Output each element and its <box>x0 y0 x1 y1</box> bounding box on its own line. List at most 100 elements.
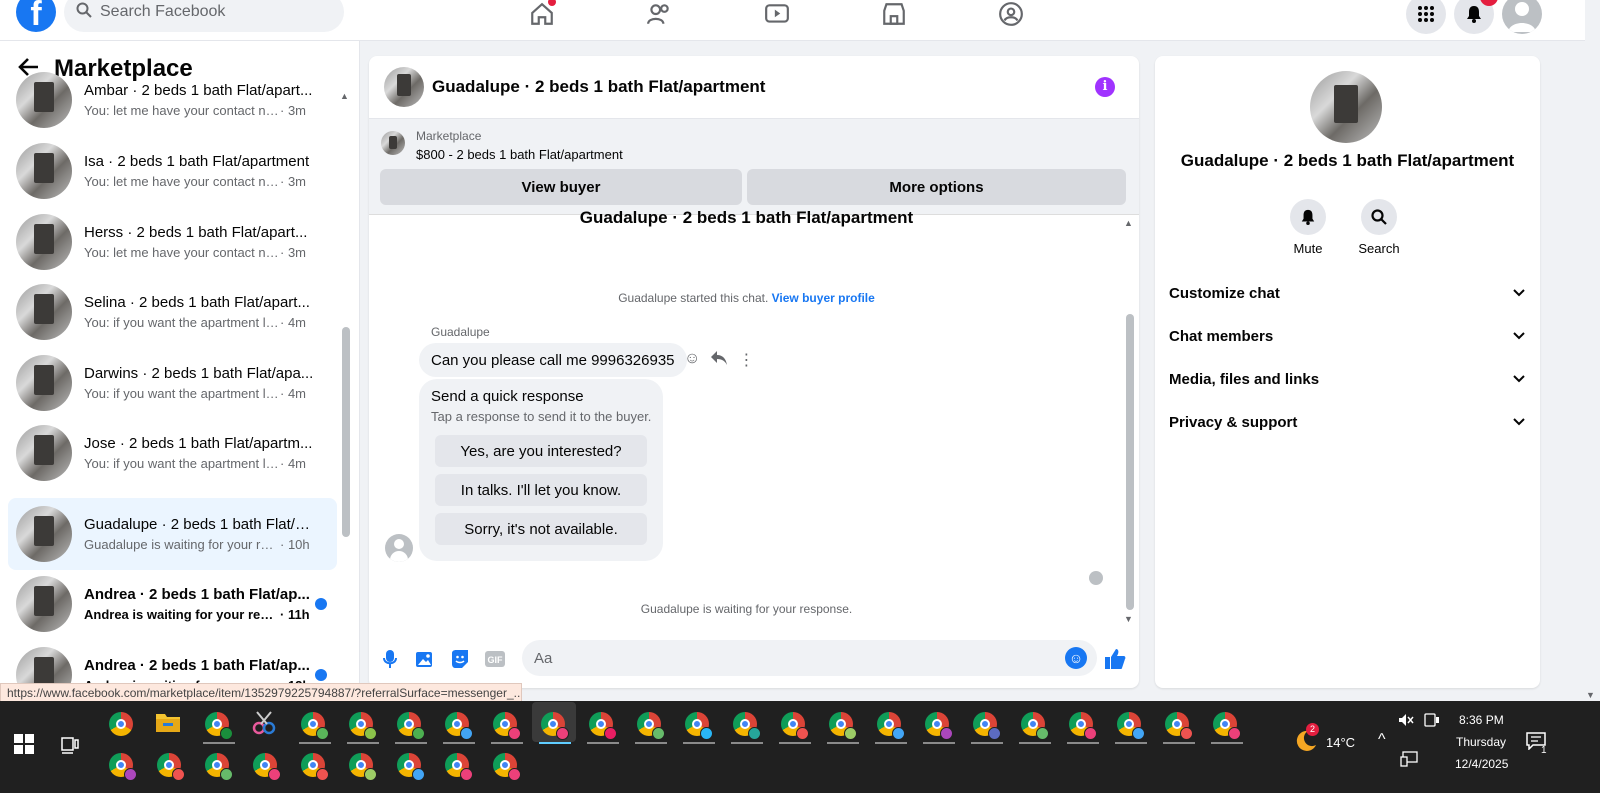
chrome-profile-icon[interactable] <box>683 710 715 744</box>
friends-icon[interactable] <box>643 0 675 28</box>
mute-action[interactable]: Mute <box>1273 199 1343 256</box>
chrome-profile-m-icon[interactable] <box>203 710 235 744</box>
info-icon[interactable]: i <box>1095 77 1115 97</box>
chrome-profile-active-icon[interactable] <box>532 702 576 744</box>
groups-icon[interactable] <box>995 0 1027 28</box>
windows-start-icon[interactable] <box>14 734 34 754</box>
view-buyer-button[interactable]: View buyer <box>380 169 742 205</box>
facebook-logo[interactable]: f <box>16 0 56 33</box>
menu-grid-icon[interactable] <box>1406 0 1446 34</box>
photo-gallery-icon[interactable] <box>414 648 436 670</box>
conversation-item[interactable]: Ambar · 2 beds 1 bath Flat/apart... You:… <box>8 64 337 136</box>
clock-date[interactable]: 12/4/2025 <box>1455 757 1508 771</box>
conversation-list-scrollbar[interactable] <box>342 327 350 537</box>
chat-scrollbar[interactable] <box>1126 314 1134 610</box>
thumbs-up-icon[interactable] <box>1104 648 1126 670</box>
reply-icon[interactable] <box>710 350 728 371</box>
clock-day[interactable]: Thursday <box>1456 735 1506 749</box>
chrome-profile-icon[interactable] <box>107 751 137 781</box>
conversation-item[interactable]: Isa · 2 beds 1 bath Flat/apartment You: … <box>8 135 337 207</box>
chrome-profile-icon[interactable] <box>251 751 281 781</box>
clock-time[interactable]: 8:36 PM <box>1459 713 1504 727</box>
media-files-links-section[interactable]: Media, files and links <box>1169 364 1525 394</box>
quick-reply-not-available-button[interactable]: Sorry, it's not available. <box>435 513 647 545</box>
microphone-icon[interactable] <box>379 648 401 670</box>
chat-listing-thumbnail[interactable] <box>384 67 424 107</box>
bell-icon[interactable] <box>1290 199 1326 235</box>
speaker-muted-icon[interactable] <box>1398 713 1414 730</box>
chrome-profile-icon[interactable] <box>443 710 475 744</box>
chrome-profile-icon[interactable] <box>875 710 907 744</box>
gif-icon[interactable]: GIF <box>484 648 506 670</box>
sticker-icon[interactable] <box>449 648 471 670</box>
chrome-profile-icon[interactable] <box>491 751 521 781</box>
chrome-profile-icon[interactable] <box>635 710 667 744</box>
task-view-icon[interactable] <box>58 734 86 762</box>
message-input[interactable]: Aa ☺ <box>522 640 1097 676</box>
chrome-profile-icon[interactable] <box>347 751 377 781</box>
profile-avatar[interactable] <box>1502 0 1542 34</box>
banner-listing-title[interactable]: $800 - 2 beds 1 bath Flat/apartment <box>416 147 623 162</box>
chrome-profile-icon[interactable] <box>923 710 955 744</box>
more-options-button[interactable]: More options <box>747 169 1126 205</box>
chrome-profile-icon[interactable] <box>731 710 763 744</box>
customize-chat-section[interactable]: Customize chat <box>1169 278 1525 308</box>
scroll-up-arrow-icon[interactable]: ▲ <box>340 91 349 101</box>
watch-icon[interactable] <box>761 0 793 28</box>
conversation-item[interactable]: Herss · 2 beds 1 bath Flat/apart... You:… <box>8 206 337 278</box>
snipping-tool-icon[interactable] <box>251 710 279 738</box>
device-icon[interactable] <box>1424 713 1440 730</box>
conversation-item[interactable]: Selina · 2 beds 1 bath Flat/apart... You… <box>8 276 337 348</box>
chrome-profile-icon[interactable] <box>1067 710 1099 744</box>
conversation-item[interactable]: Jose · 2 beds 1 bath Flat/apartm... You:… <box>8 417 337 489</box>
home-icon[interactable] <box>526 0 558 28</box>
quick-reply-in-talks-button[interactable]: In talks. I'll let you know. <box>435 474 647 506</box>
tray-chevron-up-icon[interactable]: ^ <box>1378 731 1386 749</box>
emoji-icon[interactable]: ☺ <box>1065 647 1087 669</box>
chat-members-section[interactable]: Chat members <box>1169 321 1525 351</box>
chrome-profile-icon[interactable] <box>395 710 427 744</box>
top-navigation-bar: f Search Facebook 9 <box>0 0 1585 41</box>
network-icon[interactable] <box>1400 751 1418 770</box>
chrome-profile-icon[interactable] <box>491 710 523 744</box>
chrome-profile-icon[interactable] <box>1163 710 1195 744</box>
conversation-time: · 3m <box>280 174 306 189</box>
react-emoji-icon[interactable]: ☺ <box>684 350 700 371</box>
chrome-app-icon[interactable] <box>107 710 135 738</box>
details-listing-image[interactable] <box>1310 71 1382 143</box>
chrome-profile-icon[interactable] <box>347 710 379 744</box>
weather-temperature[interactable]: 14°C <box>1326 735 1355 750</box>
search-icon[interactable] <box>1361 199 1397 235</box>
chrome-profile-icon[interactable] <box>443 751 473 781</box>
quick-reply-interested-button[interactable]: Yes, are you interested? <box>435 435 647 467</box>
chrome-profile-icon[interactable] <box>1115 710 1147 744</box>
chat-scroll-down-arrow-icon[interactable]: ▼ <box>1124 614 1133 624</box>
section-label: Chat members <box>1169 327 1274 345</box>
more-dots-icon[interactable]: ⋮ <box>738 350 754 371</box>
marketplace-icon[interactable] <box>878 0 910 28</box>
incoming-message-bubble[interactable]: Can you please call me 9996326935 <box>419 343 687 377</box>
chrome-profile-icon[interactable] <box>299 710 331 744</box>
chrome-profile-icon[interactable] <box>587 710 619 744</box>
chrome-profile-icon[interactable] <box>299 751 329 781</box>
chrome-profile-icon[interactable] <box>779 710 811 744</box>
search-facebook-input[interactable]: Search Facebook <box>64 0 344 32</box>
file-explorer-icon[interactable] <box>155 710 183 738</box>
chrome-profile-icon[interactable] <box>395 751 425 781</box>
search-action[interactable]: Search <box>1344 199 1414 256</box>
conversation-item-active[interactable]: Guadalupe · 2 beds 1 bath Flat/a... Guad… <box>8 498 337 570</box>
chrome-profile-icon[interactable] <box>155 751 185 781</box>
chrome-profile-icon[interactable] <box>827 710 859 744</box>
notifications-bell-icon[interactable]: 9 <box>1454 0 1498 34</box>
chrome-profile-icon[interactable] <box>203 751 233 781</box>
conversation-item[interactable]: Darwins · 2 beds 1 bath Flat/apa... You:… <box>8 347 337 419</box>
chrome-profile-icon[interactable] <box>1211 710 1243 744</box>
chrome-profile-icon[interactable] <box>1019 710 1051 744</box>
chat-scroll-up-arrow-icon[interactable]: ▲ <box>1124 218 1133 228</box>
chrome-profile-icon[interactable] <box>971 710 1003 744</box>
page-scroll-down-arrow-icon[interactable]: ▼ <box>1586 690 1595 700</box>
view-buyer-profile-link[interactable]: View buyer profile <box>772 291 875 305</box>
chat-title[interactable]: Guadalupe · 2 beds 1 bath Flat/apartment <box>432 77 765 97</box>
privacy-support-section[interactable]: Privacy & support <box>1169 407 1525 437</box>
conversation-item[interactable]: Andrea · 2 beds 1 bath Flat/ap... Andrea… <box>8 568 337 640</box>
